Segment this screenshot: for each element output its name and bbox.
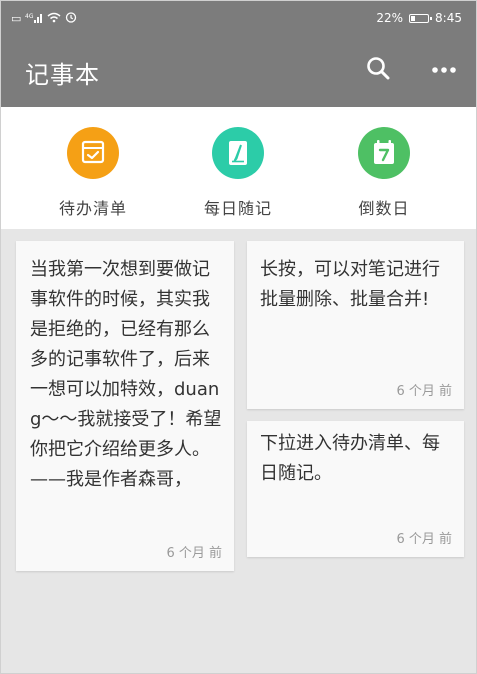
clock-time: 8:45	[435, 11, 462, 25]
notes-grid: 当我第一次想到要做记事软件的时候，其实我是拒绝的，已经有那么多的记事软件了，后来…	[1, 229, 476, 673]
note-timestamp: 6 个月 前	[166, 546, 222, 561]
todo-list-icon	[67, 127, 119, 179]
note-timestamp: 6 个月 前	[396, 532, 452, 547]
note-text: 当我第一次想到要做记事软件的时候，其实我是拒绝的，已经有那么多的记事软件了，后来…	[30, 259, 222, 490]
note-card[interactable]: 下拉进入待办清单、每日随记。 6 个月 前	[247, 421, 464, 557]
app-title: 记事本	[25, 61, 100, 89]
search-button[interactable]	[363, 53, 395, 85]
wifi-icon	[47, 11, 61, 26]
more-dots-icon	[432, 67, 456, 73]
battery-icon	[409, 13, 433, 23]
category-daily-note[interactable]: 每日随记	[168, 123, 308, 223]
category-label: 倒数日	[358, 199, 410, 218]
category-label: 每日随记	[203, 199, 272, 218]
search-icon	[367, 57, 390, 80]
category-countdown[interactable]: 倒数日	[314, 123, 454, 223]
top-bar: ▭ 4G 22% 8:45 记事本	[1, 1, 476, 107]
status-right-indicators: 22% 8:45	[376, 11, 462, 25]
sim-icon: ▭	[11, 11, 22, 25]
daily-note-icon	[212, 127, 264, 179]
signal-icon: 4G	[25, 12, 43, 26]
category-bar: 待办清单 每日随记 倒数日	[1, 107, 476, 229]
svg-text:4G: 4G	[25, 13, 34, 20]
battery-percent: 22%	[376, 11, 404, 25]
alarm-icon	[65, 11, 77, 26]
note-timestamp: 6 个月 前	[396, 384, 452, 399]
notepad-app-screen: ▭ 4G 22% 8:45 记事本 待办清单 每日随记 倒数日 当我第一次想到要…	[0, 0, 477, 674]
note-text: 下拉进入待办清单、每日随记。	[260, 433, 440, 484]
category-label: 待办清单	[58, 199, 127, 218]
app-bar: 记事本	[1, 35, 476, 107]
more-options-button[interactable]	[427, 53, 461, 85]
calendar-countdown-icon	[358, 127, 410, 179]
category-todo[interactable]: 待办清单	[23, 123, 163, 223]
status-left-indicators: ▭ 4G	[11, 11, 77, 26]
note-card[interactable]: 长按，可以对笔记进行批量删除、批量合并! 6 个月 前	[247, 241, 464, 409]
note-text: 长按，可以对笔记进行批量删除、批量合并!	[260, 259, 440, 310]
status-bar: ▭ 4G 22% 8:45	[1, 1, 476, 35]
note-card[interactable]: 当我第一次想到要做记事软件的时候，其实我是拒绝的，已经有那么多的记事软件了，后来…	[16, 241, 234, 571]
